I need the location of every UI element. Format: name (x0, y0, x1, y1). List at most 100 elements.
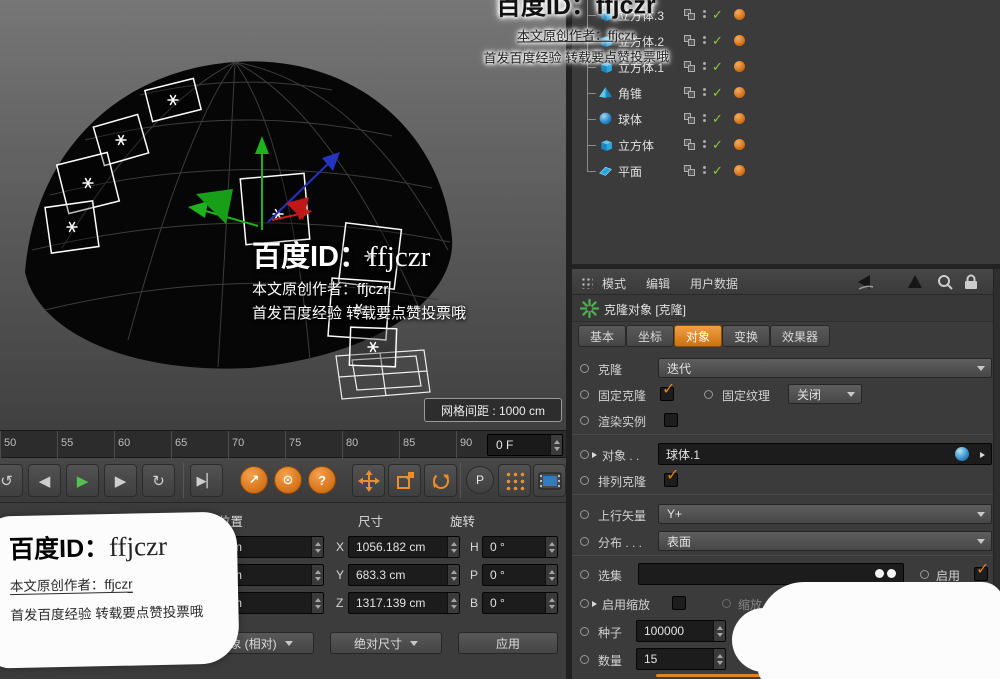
object-label[interactable]: 角锥 (618, 85, 642, 102)
enable-checkbox[interactable]: ✓ (974, 567, 988, 581)
object-row[interactable]: 立方体.3 ✓ (572, 3, 1000, 27)
enable-scale-checkbox[interactable] (672, 596, 686, 610)
stepper[interactable] (311, 593, 323, 613)
key-circle-icon[interactable] (580, 570, 589, 579)
up-vector-dropdown[interactable]: Y+ (658, 504, 992, 524)
expand-arrow-icon[interactable] (592, 601, 597, 607)
object-label[interactable]: 立方体.1 (618, 59, 664, 76)
material-dot-icon[interactable] (734, 113, 745, 124)
tab-object[interactable]: 对象 (674, 325, 722, 347)
enabled-check-icon[interactable]: ✓ (712, 33, 723, 49)
rotation-b-field[interactable]: 0 ° (482, 592, 558, 614)
visibility-dots-icon[interactable] (703, 62, 706, 70)
visibility-dots-icon[interactable] (703, 10, 706, 18)
viewport-canvas[interactable] (0, 0, 570, 430)
render-instance-checkbox[interactable] (664, 413, 678, 427)
object-row[interactable]: 平面 ✓ (572, 159, 1000, 183)
lock-icon[interactable] (962, 273, 980, 294)
goto-start-button[interactable]: ↺ (0, 464, 23, 497)
viewport-3d[interactable]: 网格间距 : 1000 cm 百度ID：ffjczr 本文原创作者：ffjczr… (0, 0, 570, 430)
panel-handle-icon[interactable] (580, 276, 593, 289)
stepper[interactable] (447, 565, 459, 585)
picker-arrow-icon[interactable] (980, 452, 985, 458)
key-circle-icon[interactable] (580, 476, 589, 485)
stepper[interactable] (447, 537, 459, 557)
object-label[interactable]: 平面 (618, 163, 642, 180)
stepper[interactable] (713, 621, 725, 641)
play-button[interactable]: ▶ (66, 464, 99, 497)
visibility-dots-icon[interactable] (703, 140, 706, 148)
key-circle-icon[interactable] (580, 364, 589, 373)
object-row[interactable]: 立方体 ✓ (572, 133, 1000, 157)
history-up-icon[interactable] (906, 273, 924, 294)
enabled-check-icon[interactable]: ✓ (712, 111, 723, 127)
layer-icon[interactable] (684, 165, 696, 177)
distribution-dropdown[interactable]: 表面 (658, 531, 992, 551)
record-keyframe-button[interactable]: ↗ (240, 466, 268, 494)
layer-icon[interactable] (684, 87, 696, 99)
stepper[interactable] (713, 649, 725, 669)
object-label[interactable]: 立方体.3 (618, 7, 664, 24)
timeline-tick-area[interactable]: 50 55 60 65 70 75 80 85 90 (0, 431, 484, 459)
visibility-dots-icon[interactable] (703, 36, 706, 44)
key-circle-icon[interactable] (704, 390, 713, 399)
object-label[interactable]: 立方体 (618, 137, 654, 154)
visibility-dots-icon[interactable] (703, 114, 706, 122)
enabled-check-icon[interactable]: ✓ (712, 7, 723, 23)
object-row[interactable]: 角锥 ✓ (572, 81, 1000, 105)
object-row[interactable]: 立方体.1 ✓ (572, 55, 1000, 79)
key-circle-icon[interactable] (580, 416, 589, 425)
loop-button[interactable]: ↻ (142, 464, 175, 497)
size-z-field[interactable]: 1317.139 cm (348, 592, 460, 614)
stepper[interactable] (311, 565, 323, 585)
layer-icon[interactable] (684, 139, 696, 151)
object-label[interactable]: 球体 (618, 111, 642, 128)
count-slider[interactable] (656, 674, 768, 677)
stepper[interactable] (447, 593, 459, 613)
visibility-dots-icon[interactable] (703, 166, 706, 174)
object-label[interactable]: 立方体.2 (618, 33, 664, 50)
move-tool-button[interactable] (352, 464, 385, 497)
key-circle-icon[interactable] (580, 655, 589, 664)
key-circle-icon[interactable] (580, 599, 589, 608)
align-clone-checkbox[interactable]: ✓ (664, 473, 678, 487)
layer-icon[interactable] (684, 113, 696, 125)
object-row[interactable]: 球体 ✓ (572, 107, 1000, 131)
autokey-button[interactable]: ⊙ (274, 466, 302, 494)
keyframe-help-button[interactable]: ? (308, 466, 336, 494)
material-dot-icon[interactable] (734, 35, 745, 46)
frame-stepper[interactable] (550, 435, 562, 455)
history-back-icon[interactable] (856, 273, 874, 294)
enabled-check-icon[interactable]: ✓ (712, 137, 723, 153)
seed-field[interactable]: 100000 (636, 620, 726, 642)
render-view-button[interactable] (533, 464, 566, 497)
snap-grid-button[interactable] (498, 464, 531, 497)
enabled-check-icon[interactable]: ✓ (712, 163, 723, 179)
size-mode-dropdown[interactable]: 绝对尺寸 (330, 632, 442, 654)
key-circle-icon[interactable] (580, 510, 589, 519)
coord-system-button[interactable]: P (466, 466, 494, 494)
tab-effectors[interactable]: 效果器 (770, 325, 830, 347)
count-field[interactable]: 15 (636, 648, 726, 670)
layer-icon[interactable] (684, 35, 696, 47)
stepper[interactable] (311, 537, 323, 557)
tab-transform[interactable]: 变换 (722, 325, 770, 347)
scale-tool-button[interactable] (388, 464, 421, 497)
layer-icon[interactable] (684, 9, 696, 21)
object-link-field[interactable]: 球体.1 (658, 443, 992, 465)
apply-button[interactable]: 应用 (458, 632, 558, 654)
size-x-field[interactable]: 1056.182 cm (348, 536, 460, 558)
material-dot-icon[interactable] (734, 139, 745, 150)
search-icon[interactable] (936, 273, 954, 294)
layer-icon[interactable] (684, 61, 696, 73)
rotate-tool-button[interactable] (424, 464, 457, 497)
step-forward-button[interactable]: ▶ (104, 464, 137, 497)
menu-user-data[interactable]: 用户数据 (690, 275, 738, 292)
enabled-check-icon[interactable]: ✓ (712, 85, 723, 101)
expand-arrow-icon[interactable] (592, 452, 597, 458)
stepper[interactable] (545, 565, 557, 585)
tab-basic[interactable]: 基本 (578, 325, 626, 347)
current-frame-field[interactable]: 0 F (487, 434, 563, 456)
key-circle-icon[interactable] (580, 537, 589, 546)
fix-clone-checkbox[interactable]: ✓ (660, 387, 674, 401)
